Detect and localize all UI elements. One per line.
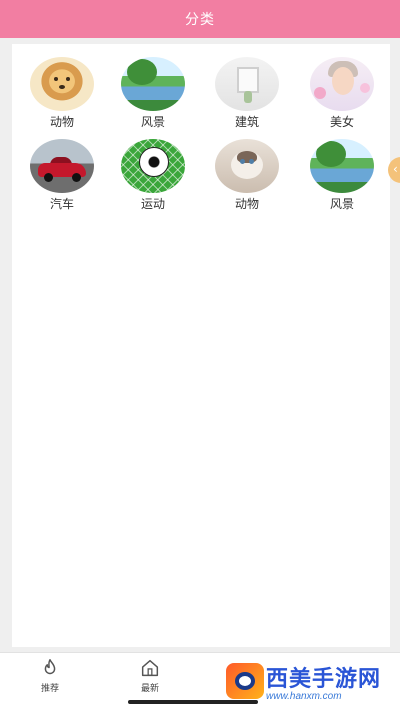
watermark-url: www.hanxm.com <box>266 691 342 702</box>
chevron-left-icon: ‹ <box>393 162 398 176</box>
category-label: 动物 <box>49 115 74 129</box>
category-label: 动物 <box>234 197 259 211</box>
category-panel: 动物 风景 建筑 美女 汽车 运动 动物 风景 <box>12 44 390 647</box>
category-thumbnail-portrait <box>310 57 374 111</box>
category-item-animals[interactable]: 动物 <box>17 57 107 135</box>
category-item-beauty[interactable]: 美女 <box>297 57 387 135</box>
category-item-architecture[interactable]: 建筑 <box>202 57 292 135</box>
tab-label: 最新 <box>140 684 159 694</box>
page-title: 分类 <box>185 12 215 28</box>
tab-recommended[interactable]: 推荐 <box>20 657 80 697</box>
category-label: 风景 <box>329 197 354 211</box>
category-thumbnail-landscape <box>121 57 185 111</box>
home-icon <box>141 659 159 677</box>
tab-latest[interactable]: 最新 <box>120 657 180 697</box>
category-item-scenery[interactable]: 风景 <box>108 57 198 135</box>
top-bar: 分类 <box>0 0 400 38</box>
watermark-text: 西美手游网 <box>266 667 382 692</box>
category-label: 风景 <box>140 115 165 129</box>
category-thumbnail-interior <box>215 57 279 111</box>
category-label: 建筑 <box>234 115 259 129</box>
watermark-logo-icon <box>226 663 264 699</box>
category-item-scenery-2[interactable]: 风景 <box>297 139 387 217</box>
category-thumbnail-landscape <box>310 139 374 193</box>
flame-icon <box>44 659 56 675</box>
category-label: 汽车 <box>49 197 74 211</box>
watermark: 西美手游网 www.hanxm.com <box>200 655 398 710</box>
category-item-animals-2[interactable]: 动物 <box>202 139 292 217</box>
category-thumbnail-soccer-ball <box>121 139 185 193</box>
category-thumbnail-cat <box>215 139 279 193</box>
tab-label: 推荐 <box>40 684 59 694</box>
category-item-cars[interactable]: 汽车 <box>17 139 107 217</box>
category-label: 运动 <box>140 197 165 211</box>
category-label: 美女 <box>329 115 354 129</box>
category-item-sports[interactable]: 运动 <box>108 139 198 217</box>
category-thumbnail-puppy <box>30 57 94 111</box>
category-thumbnail-car <box>30 139 94 193</box>
